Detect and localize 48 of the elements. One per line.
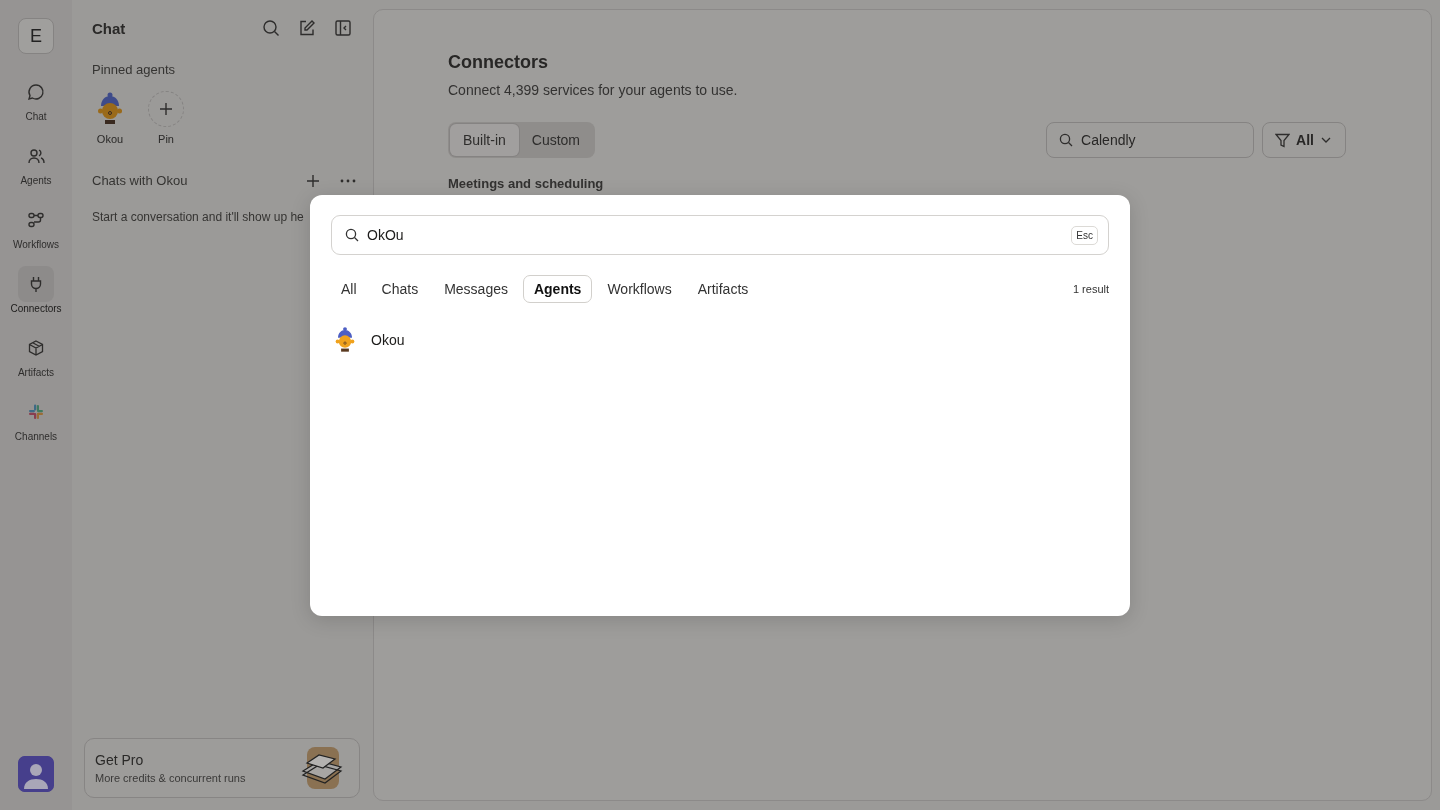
section-heading: Meetings and scheduling (448, 176, 605, 191)
section-heading: Chats with Okou (92, 173, 189, 188)
page-title: Connectors (448, 52, 549, 73)
speech-bubble-icon (27, 83, 45, 101)
filter-tab[interactable]: Artifacts (686, 275, 760, 303)
segment-tab[interactable]: Custom (518, 124, 594, 156)
people-icon (27, 147, 45, 165)
upgrade-card[interactable]: Get Pro More credits & concurrent runs (84, 738, 360, 798)
promo-subtitle: More credits & concurrent runs (95, 772, 247, 784)
pinned-agent[interactable]: Okou (92, 91, 128, 145)
workspace-button[interactable]: E (18, 18, 54, 54)
nav-item[interactable]: Channels (14, 394, 58, 458)
more-icon[interactable] (340, 178, 356, 183)
section-heading: Pinned agents (92, 62, 177, 77)
nav-item[interactable]: Connectors (10, 266, 62, 330)
search-result[interactable]: Okou (331, 324, 405, 356)
compose-icon[interactable] (298, 19, 316, 37)
search-input[interactable]: OkOu Esc (331, 215, 1109, 255)
search-icon (1059, 133, 1074, 147)
sidebar-toggle-icon[interactable] (334, 19, 352, 37)
segment-tab[interactable]: Built-in (450, 124, 519, 156)
plus-icon (159, 102, 173, 116)
filter-tab[interactable]: Agents (522, 275, 593, 303)
search-field[interactable]: Calendly (1046, 122, 1255, 158)
result-count: 1 result (1072, 283, 1109, 295)
chevron-down-icon (1321, 137, 1331, 143)
nav-item[interactable]: Artifacts (17, 330, 55, 394)
nav-item[interactable]: Workflows (13, 202, 59, 266)
sidebar-title: Chat (92, 19, 127, 37)
nav-item[interactable]: Agents (18, 138, 54, 202)
search-icon[interactable] (262, 19, 280, 37)
promo-title: Get Pro (95, 752, 145, 768)
filter-tab[interactable]: All (340, 275, 367, 303)
workflow-icon (27, 211, 45, 229)
filter-tab[interactable]: Chats (370, 275, 430, 303)
hash-grid-icon (27, 403, 45, 421)
empty-state-text: Start a conversation and it'll show up he (92, 210, 305, 224)
plus-icon[interactable] (306, 173, 320, 188)
filter-tab[interactable]: Messages (433, 275, 519, 303)
nav-item[interactable]: Chat (18, 74, 54, 138)
filter-tab[interactable]: Workflows (596, 275, 683, 303)
profile-avatar-icon[interactable] (18, 756, 54, 792)
escape-key-hint[interactable]: Esc (1071, 225, 1098, 245)
search-icon (345, 228, 359, 242)
filter-button[interactable]: All (1262, 122, 1346, 158)
funnel-icon (1275, 132, 1291, 148)
cube-icon (27, 339, 45, 357)
page-subtitle: Connect 4,399 services for your agents to use. (448, 82, 739, 98)
